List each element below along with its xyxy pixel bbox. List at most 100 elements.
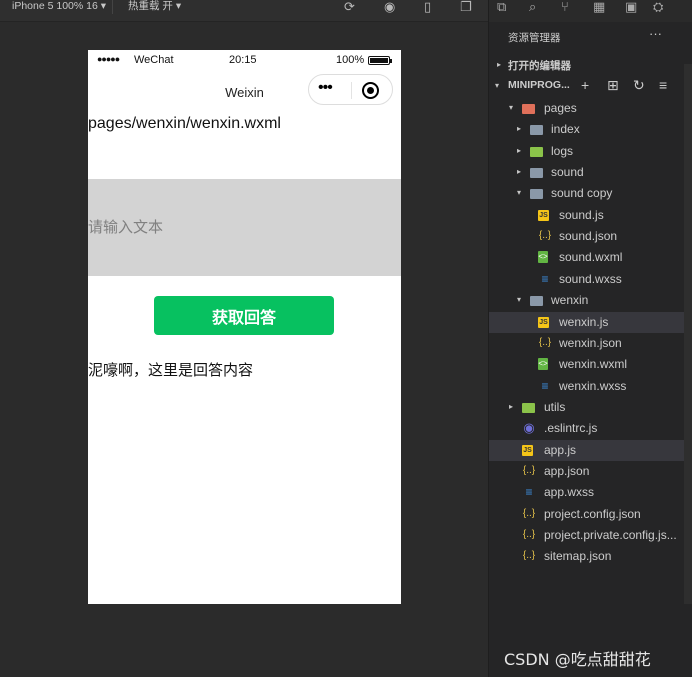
tree-item[interactable]: {..} project.config.json: [489, 504, 684, 525]
activity-bar: ⧉ ⌕ ⑂ ▦ ▣ ⛭: [489, 0, 692, 22]
source-control-icon[interactable]: ⑂: [561, 0, 569, 13]
tree-item-label: sound copy: [551, 186, 613, 201]
menu-capsule[interactable]: •••: [308, 74, 393, 105]
explorer-title: 资源管理器: [508, 32, 561, 44]
refresh-explorer-icon[interactable]: ↻: [633, 77, 645, 94]
tree-item[interactable]: JS app.js: [489, 439, 684, 461]
tree-item-label: utils: [544, 399, 566, 414]
caret-right-icon: ▸: [517, 167, 522, 177]
tree-item[interactable]: JS sound.js: [489, 205, 684, 226]
folder-icon: [530, 168, 543, 179]
explorer-panel: ⧉ ⌕ ⑂ ▦ ▣ ⛭ 资源管理器 ··· ▸ 打开的编辑器 ▾ MINIPRO…: [489, 0, 692, 677]
tree-item[interactable]: ≡ app.wxss: [489, 482, 684, 503]
tree-item-label: project.config.json: [544, 506, 641, 521]
wxss-file-icon: ≡: [541, 271, 549, 286]
caret-down-icon: ▾: [517, 188, 522, 198]
caret-down-icon: ▾: [517, 295, 522, 305]
open-editors-label: 打开的编辑器: [508, 60, 571, 72]
folder-icon: [530, 146, 543, 157]
tree-item[interactable]: ≡ wenxin.wxss: [489, 376, 684, 397]
tree-item-label: project.private.config.js...: [544, 528, 677, 542]
nav-bar: Weixin •••: [88, 71, 401, 115]
tree-item-label: wenxin: [551, 293, 589, 308]
tree-item[interactable]: ▸ logs: [489, 141, 684, 162]
json-file-icon: {..}: [538, 336, 552, 348]
tree-item-label: sound.json: [559, 229, 618, 244]
open-editors-section[interactable]: ▸ 打开的编辑器: [489, 55, 684, 76]
signal-icon: ●●●●●: [97, 54, 120, 64]
tree-item[interactable]: ◉ .eslintrc.js: [489, 418, 684, 439]
tree-item[interactable]: <> wenxin.wxml: [489, 354, 684, 375]
tree-item-label: .eslintrc.js: [544, 421, 598, 436]
tree-item-label: app.json: [544, 463, 590, 478]
tree-item[interactable]: JS wenxin.js: [489, 311, 684, 333]
phone-screen: ●●●●● WeChat 20:15 100% Weixin ••• pages…: [88, 50, 401, 604]
tree-item-label: sitemap.json: [544, 549, 612, 564]
tree-item-label: index: [551, 122, 580, 137]
tree-item-label: app.js: [544, 442, 577, 457]
stop-icon[interactable]: ◉: [384, 0, 395, 13]
tree-item-label: wenxin.wxml: [559, 357, 628, 372]
tree-item[interactable]: ▸ utils: [489, 397, 684, 418]
phone-icon[interactable]: ▯: [424, 0, 431, 13]
window-icon[interactable]: ❐: [460, 0, 472, 13]
tree-item[interactable]: ≡ sound.wxss: [489, 269, 684, 290]
page-path-text: pages/wenxin/wenxin.wxml: [88, 115, 281, 132]
search-icon[interactable]: ⌕: [529, 0, 536, 13]
wxml-file-icon: <>: [538, 251, 548, 264]
tree-item[interactable]: {..} sound.json: [489, 226, 684, 247]
tree-item[interactable]: {..} wenxin.json: [489, 333, 684, 354]
files-icon[interactable]: ⧉: [497, 0, 506, 13]
more-actions-icon[interactable]: ···: [649, 26, 662, 41]
caret-right-icon: ▸: [497, 60, 502, 69]
tree-item-label: sound.wxss: [559, 271, 622, 286]
new-folder-icon[interactable]: ⊞: [607, 77, 619, 94]
tree-item[interactable]: ▾ wenxin: [489, 290, 684, 311]
tree-item-label: wenxin.json: [559, 335, 622, 350]
refresh-icon[interactable]: ⟳: [344, 0, 355, 13]
answer-text: 泥嚎啊，这里是回答内容: [88, 362, 254, 379]
eslint-icon: ◉: [523, 420, 535, 436]
folder-icon: [522, 402, 535, 413]
panel-icon[interactable]: ▣: [625, 0, 637, 13]
hot-reload-toggle[interactable]: 热重载 开 ▾: [128, 0, 181, 13]
tree-item[interactable]: ▸ sound: [489, 162, 684, 183]
collapse-all-icon[interactable]: ≡: [659, 77, 667, 93]
tree-item[interactable]: {..} project.private.config.js...: [489, 525, 684, 546]
get-answer-button[interactable]: 获取回答: [154, 296, 334, 335]
tree-item-label: wenxin.js: [559, 314, 609, 329]
device-selector[interactable]: iPhone 5 100% 16 ▾: [12, 0, 106, 13]
json-file-icon: {..}: [522, 464, 536, 476]
tree-item-label: wenxin.wxss: [559, 378, 627, 393]
tree-item[interactable]: ▾ pages: [489, 98, 684, 119]
caret-right-icon: ▸: [517, 124, 522, 134]
close-miniprogram-icon[interactable]: [362, 82, 379, 99]
capsule-divider: [351, 82, 352, 99]
question-input[interactable]: [88, 179, 401, 276]
js-file-icon: JS: [538, 316, 549, 328]
tree-item[interactable]: ▾ sound copy: [489, 183, 684, 204]
tree-item[interactable]: {..} sitemap.json: [489, 546, 684, 567]
folder-icon: [530, 189, 543, 200]
tree-item-label: sound: [551, 165, 584, 180]
caret-down-icon: ▾: [495, 81, 500, 90]
caret-right-icon: ▸: [509, 401, 514, 411]
tree-item[interactable]: ▸ index: [489, 119, 684, 140]
tree-item-label: logs: [551, 143, 574, 158]
js-file-icon: JS: [538, 209, 549, 221]
debug-icon[interactable]: ⛭: [653, 0, 663, 13]
extensions-icon[interactable]: ▦: [593, 0, 605, 13]
new-file-icon[interactable]: +: [581, 77, 589, 93]
simulator-toolbar: iPhone 5 100% 16 ▾ 热重载 开 ▾ ⟳ ◉ ▯ ❐: [0, 0, 488, 22]
tree-item[interactable]: {..} app.json: [489, 461, 684, 482]
caret-down-icon: ▾: [509, 103, 514, 112]
folder-icon: [530, 125, 543, 136]
tree-item[interactable]: <> sound.wxml: [489, 247, 684, 268]
explorer-scrollbar[interactable]: [684, 64, 692, 604]
folder-icon: [522, 104, 535, 114]
tree-item-label: sound.wxml: [559, 250, 623, 265]
caret-right-icon: ▸: [517, 145, 522, 155]
more-icon[interactable]: •••: [318, 79, 333, 97]
toolbar-divider: [112, 0, 113, 14]
project-label: MINIPROG...: [508, 79, 570, 91]
